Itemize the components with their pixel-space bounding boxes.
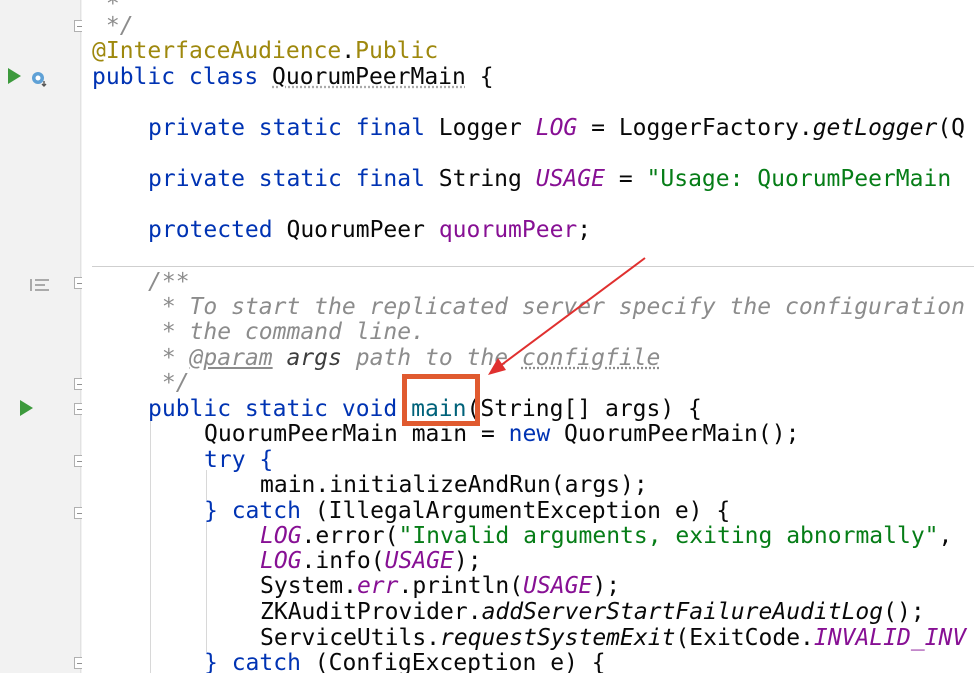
annotation-arrow: [488, 257, 646, 375]
